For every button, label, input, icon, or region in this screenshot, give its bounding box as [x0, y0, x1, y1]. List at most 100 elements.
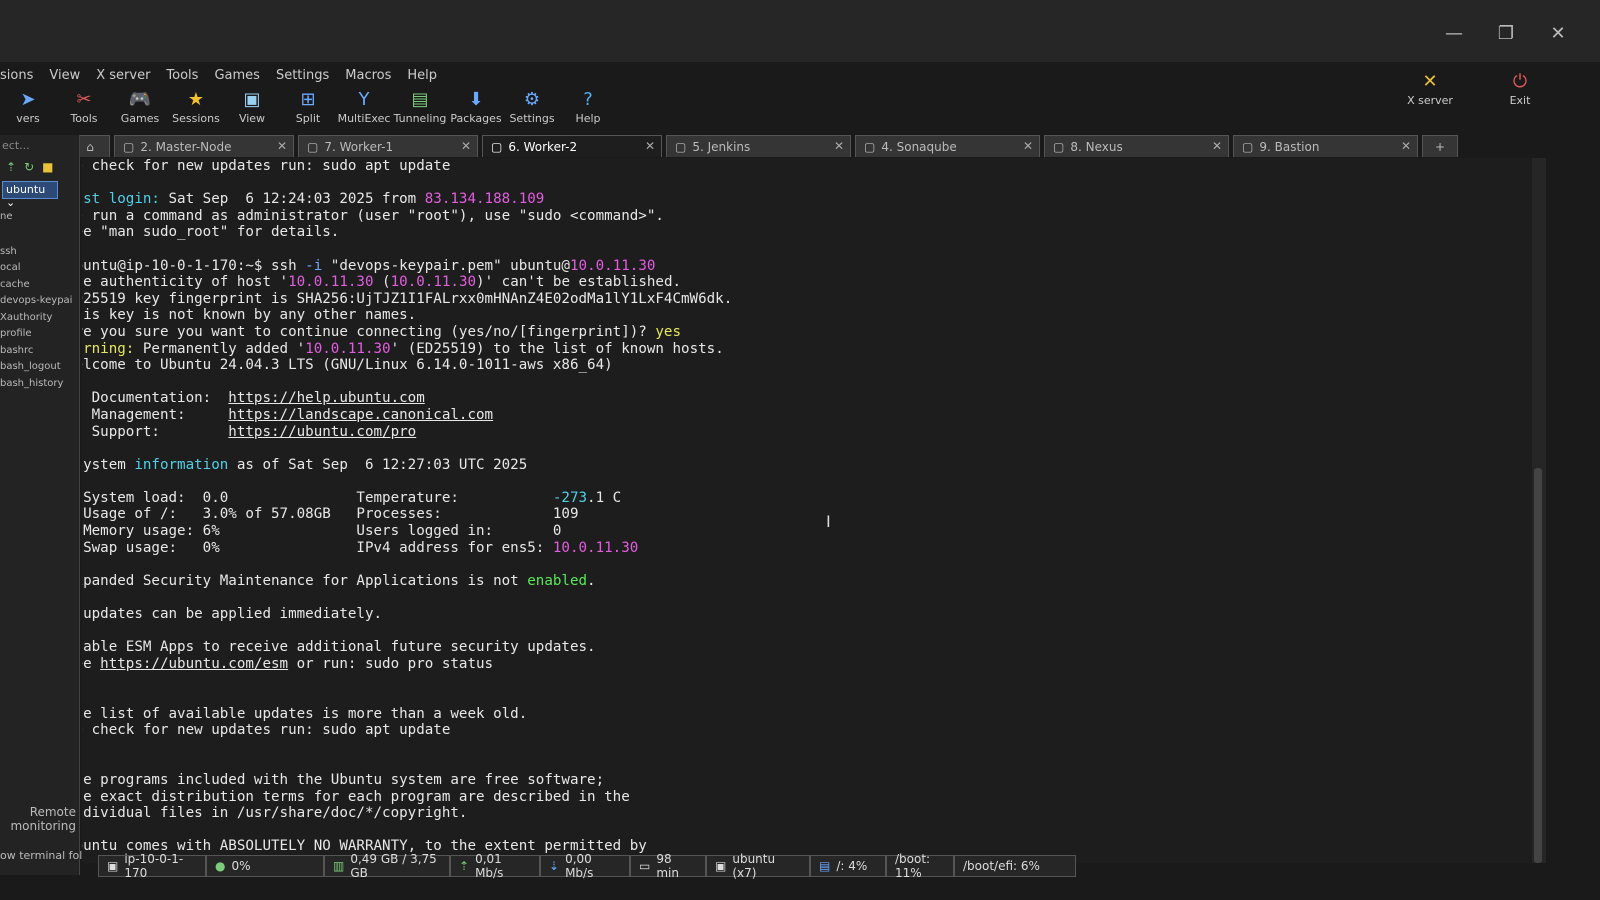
esm-link[interactable]: https://ubuntu.com/esm	[100, 656, 288, 672]
toolbar-label: Packages	[450, 112, 502, 125]
memory-icon: ▥	[333, 859, 345, 873]
toolbar-help-button[interactable]: ? Help	[560, 88, 616, 130]
list-item[interactable]: devops-keypai	[0, 293, 79, 310]
toolbar: ➤ vers ✂ Tools 🎮 Games ★ Sessions ▣ View ⊞ Spl…	[0, 88, 616, 130]
cpu-icon: ●	[215, 859, 226, 873]
menu-settings[interactable]: Settings	[276, 66, 329, 88]
menu-sessions[interactable]: sions	[0, 66, 33, 88]
tab-label: 9. Bastion	[1259, 139, 1320, 154]
toolbar-view-button[interactable]: ▣ View	[224, 88, 280, 130]
menu-macros[interactable]: Macros	[345, 66, 391, 88]
help-icon: ?	[583, 89, 593, 110]
list-item[interactable]: ocal	[0, 260, 79, 277]
toolbar-split-button[interactable]: ⊞ Split	[280, 88, 336, 130]
tab-label: 8. Nexus	[1070, 139, 1123, 154]
toolbar-multiexec-button[interactable]: Y MultiExec	[336, 88, 392, 130]
sidebar-search-input[interactable]: ect...	[0, 135, 79, 157]
support-link[interactable]: https://ubuntu.com/pro	[228, 424, 416, 440]
power-icon: ⏻	[1512, 71, 1528, 92]
sidebar-toolbar: ⇡ ↻ ■	[0, 157, 79, 177]
upload-icon[interactable]: ⇡	[6, 160, 16, 174]
toolbar-tunneling-button[interactable]: ▤ Tunneling	[392, 88, 448, 130]
sessions-icon: ★	[187, 89, 205, 110]
toolbar-settings-button[interactable]: ⚙ Settings	[504, 88, 560, 130]
toolbar-servers-button[interactable]: ➤ vers	[0, 88, 56, 130]
toolbar-packages-button[interactable]: ⬇ Packages	[448, 88, 504, 130]
home-icon: ⌂	[86, 139, 94, 154]
minimize-button[interactable]: —	[1442, 22, 1466, 46]
toolbar-right: ✕ X server ⏻ Exit	[1400, 70, 1550, 107]
tab-nexus[interactable]: ▢ 8. Nexus ✕	[1044, 135, 1229, 157]
menu-view[interactable]: View	[49, 66, 80, 88]
tab-label: 6. Worker-2	[508, 139, 578, 154]
menu-games[interactable]: Games	[214, 66, 259, 88]
follow-terminal-folder-checkbox[interactable]: ow terminal fold	[0, 849, 89, 862]
toolbar-tools-button[interactable]: ✂ Tools	[56, 88, 112, 130]
tab-label: 5. Jenkins	[692, 139, 751, 154]
list-item[interactable]: ne	[0, 209, 79, 226]
tab-worker-1[interactable]: ▢ 7. Worker-1 ✕	[298, 135, 478, 157]
close-icon[interactable]: ✕	[1023, 139, 1033, 153]
disk-icon: ▤	[819, 859, 831, 873]
list-item[interactable]: bashrc	[0, 343, 79, 360]
tab-jenkins[interactable]: ▢ 5. Jenkins ✕	[666, 135, 851, 157]
path-select[interactable]: ubuntu ⌄	[2, 181, 58, 209]
restore-button[interactable]: ❐	[1494, 22, 1518, 46]
terminal-scrollbar[interactable]	[1532, 158, 1546, 863]
status-cpu: ● 0%	[206, 855, 324, 877]
toolbar-label: vers	[16, 112, 40, 125]
terminal-output[interactable]: To check for new updates run: sudo apt u…	[82, 158, 1532, 863]
terminal-icon: ▢	[123, 139, 135, 154]
terminal-icon: ▢	[1242, 139, 1254, 154]
status-users: ▣ ubuntu (x7)	[706, 852, 810, 880]
tab-label: 4. Sonaqube	[881, 139, 957, 154]
new-tab-button[interactable]: +	[1422, 135, 1458, 157]
close-icon[interactable]: ✕	[461, 139, 471, 153]
plus-icon: +	[1434, 139, 1446, 154]
list-item[interactable]: bash_logout	[0, 359, 79, 376]
refresh-icon[interactable]: ↻	[24, 160, 34, 174]
multiexec-icon: Y	[358, 89, 370, 110]
close-icon[interactable]: ✕	[1401, 139, 1411, 153]
download-icon: ⇣	[549, 859, 560, 873]
toolbar-games-button[interactable]: 🎮 Games	[112, 88, 168, 130]
menu-help[interactable]: Help	[407, 66, 437, 88]
list-item[interactable]: Xauthority	[0, 310, 79, 327]
tab-label: 7. Worker-1	[324, 139, 394, 154]
remote-monitoring-button[interactable]: Remote monitoring	[0, 805, 80, 833]
list-item[interactable]: profile	[0, 326, 79, 343]
status-uptime: ▭ 98 min	[630, 852, 706, 880]
tab-master-node[interactable]: ▢ 2. Master-Node ✕	[114, 135, 294, 157]
exit-button[interactable]: ⏻ Exit	[1490, 70, 1550, 107]
xserver-button[interactable]: ✕ X server	[1400, 70, 1460, 107]
scrollbar-thumb[interactable]	[1534, 468, 1542, 863]
tab-bastion[interactable]: ▢ 9. Bastion ✕	[1233, 135, 1418, 157]
close-icon[interactable]: ✕	[277, 139, 287, 153]
tools-icon: ✂	[76, 89, 92, 110]
chevron-down-icon: ⌄	[6, 196, 16, 209]
menu-tools[interactable]: Tools	[166, 66, 198, 88]
packages-icon: ⬇	[468, 89, 484, 110]
settings-icon: ⚙	[523, 89, 541, 110]
close-icon[interactable]: ✕	[645, 139, 655, 153]
tab-sonaqube[interactable]: ▢ 4. Sonaqube ✕	[855, 135, 1040, 157]
view-icon: ▣	[243, 89, 261, 110]
status-disk-efi: /boot/efi: 6%	[954, 855, 1076, 877]
menu-xserver[interactable]: X server	[96, 66, 150, 88]
menu-bar: sions View X server Tools Games Settings…	[0, 66, 437, 88]
close-icon[interactable]: ✕	[1212, 139, 1222, 153]
toolbar-label: Split	[295, 112, 321, 125]
tunneling-icon: ▤	[411, 89, 429, 110]
toolbar-sessions-button[interactable]: ★ Sessions	[168, 88, 224, 130]
folder-icon[interactable]: ■	[42, 160, 53, 174]
list-item[interactable]: bash_history	[0, 376, 79, 393]
tab-worker-2[interactable]: ▢ 6. Worker-2 ✕	[482, 135, 662, 157]
list-item[interactable]: cache	[0, 277, 79, 294]
close-button[interactable]: ✕	[1546, 22, 1570, 46]
documentation-link[interactable]: https://help.ubuntu.com	[228, 390, 424, 406]
servers-icon: ➤	[20, 89, 36, 110]
status-upload: ⇡ 0,01 Mb/s	[450, 852, 540, 880]
management-link[interactable]: https://landscape.canonical.com	[228, 407, 493, 423]
list-item[interactable]: ssh	[0, 244, 79, 261]
close-icon[interactable]: ✕	[834, 139, 844, 153]
